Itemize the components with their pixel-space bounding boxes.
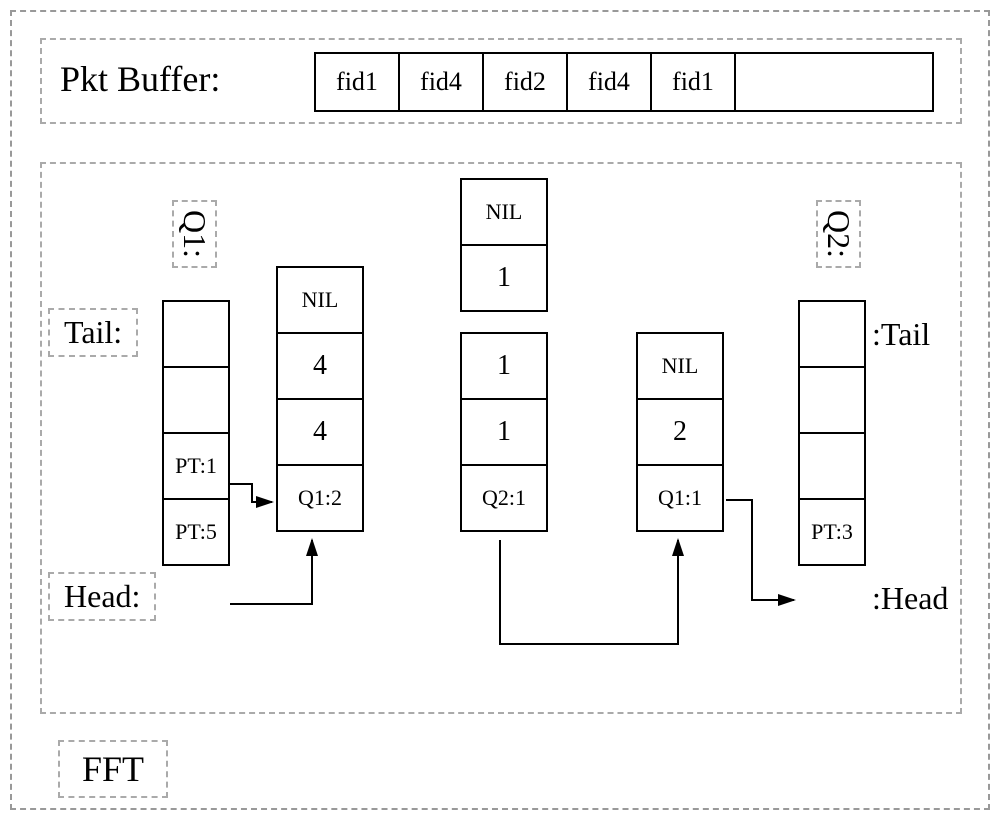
- col-a-cell: 4: [276, 398, 364, 466]
- outer-dashed-frame: Pkt Buffer: fid1 fid4 fid2 fid4 fid1 Q1:…: [10, 10, 990, 810]
- q2-cell: [798, 432, 866, 500]
- q1-cell: [162, 366, 230, 434]
- col-a-label: Q1:2: [276, 464, 364, 532]
- pkt-buffer-cell: fid4: [398, 52, 484, 112]
- col-c-label: Q1:1: [636, 464, 724, 532]
- pkt-buffer-label: Pkt Buffer:: [60, 58, 220, 100]
- col-b-cell: 1: [460, 398, 548, 466]
- tail-left-label: Tail:: [48, 308, 138, 357]
- col-b-cell: 1: [460, 244, 548, 312]
- q2-cell: [798, 366, 866, 434]
- col-a-stack: NIL 4 4 Q1:2: [276, 268, 364, 532]
- pkt-buffer-cell: fid2: [482, 52, 568, 112]
- col-c-stack: NIL 2 Q1:1: [636, 334, 724, 532]
- q1-stack: PT:1 PT:5: [162, 302, 230, 566]
- pkt-buffer-cell-empty: [734, 52, 934, 112]
- q2-label: Q2:: [816, 200, 861, 268]
- q1-cell: [162, 300, 230, 368]
- pkt-buffer-cell: fid1: [650, 52, 736, 112]
- col-b-label: Q2:1: [460, 464, 548, 532]
- pkt-buffer-cell: fid4: [566, 52, 652, 112]
- col-b-ext-stack: NIL 1: [460, 180, 548, 312]
- col-b-cell: 1: [460, 332, 548, 400]
- q2-stack: PT:3: [798, 302, 866, 566]
- q1-cell-pt5: PT:5: [162, 498, 230, 566]
- fft-block: FFT: [58, 740, 168, 798]
- col-b-stack: 1 1 Q2:1: [460, 334, 548, 532]
- queue-region: Q1: Q2: Tail: Head: :Tail :Head PT:1 PT:…: [40, 162, 962, 714]
- col-a-cell: 4: [276, 332, 364, 400]
- col-c-cell: 2: [636, 398, 724, 466]
- q2-cell-pt3: PT:3: [798, 498, 866, 566]
- pkt-buffer-cell: fid1: [314, 52, 400, 112]
- col-a-nil: NIL: [276, 266, 364, 334]
- pkt-buffer-row: fid1 fid4 fid2 fid4 fid1: [316, 52, 934, 112]
- col-b-nil: NIL: [460, 178, 548, 246]
- head-left-label: Head:: [48, 572, 156, 621]
- q2-cell: [798, 300, 866, 368]
- tail-right-label: :Tail: [872, 316, 930, 353]
- head-right-label: :Head: [872, 580, 948, 617]
- q1-label: Q1:: [172, 200, 217, 268]
- q1-cell-pt1: PT:1: [162, 432, 230, 500]
- pkt-buffer-region: Pkt Buffer: fid1 fid4 fid2 fid4 fid1: [40, 38, 962, 124]
- col-c-nil: NIL: [636, 332, 724, 400]
